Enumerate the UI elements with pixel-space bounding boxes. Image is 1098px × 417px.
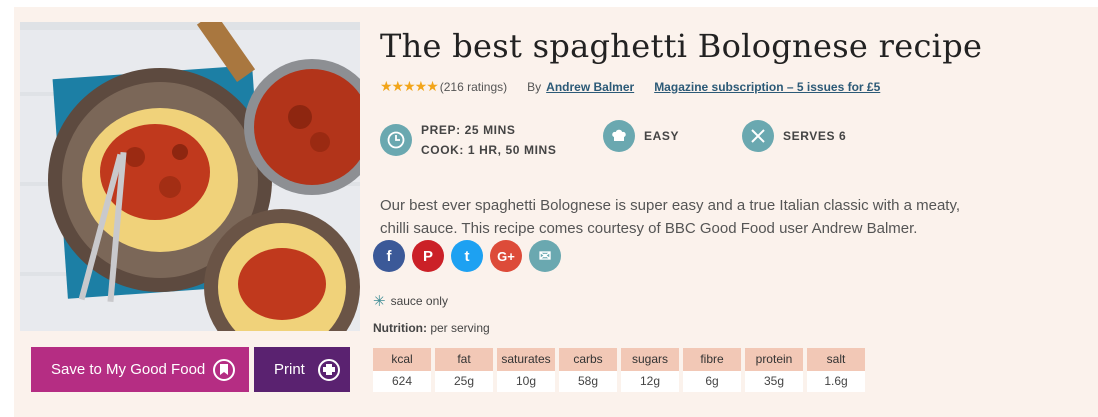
servings-label: SERVES 6 [783, 129, 847, 143]
recipe-meta: ★★★★★ (216 ratings) By Andrew Balmer Mag… [380, 78, 880, 95]
save-to-my-good-food-button[interactable]: Save to My Good Food [31, 347, 249, 392]
freezable-note: ✳ sauce only [373, 292, 448, 310]
recipe-photo [20, 22, 360, 331]
clock-icon [380, 124, 412, 156]
star-rating[interactable]: ★★★★★ [380, 78, 439, 95]
nutrition-item: protein 35g [745, 348, 803, 392]
nutrition-value: 58g [559, 371, 617, 392]
nutrition-name: saturates [497, 348, 555, 371]
nutrition-value: 12g [621, 371, 679, 392]
nutrition-value: 6g [683, 371, 741, 392]
facebook-share-icon[interactable]: f [373, 240, 405, 272]
nutrition-item: saturates 10g [497, 348, 555, 392]
cook-time: COOK: 1 HR, 50 MINS [421, 143, 557, 157]
nutrition-label: Nutrition: [373, 321, 427, 335]
nutrition-item: kcal 624 [373, 348, 431, 392]
nutrition-name: protein [745, 348, 803, 371]
pinterest-share-icon[interactable]: P [412, 240, 444, 272]
freezable-label: sauce only [390, 294, 448, 308]
nutrition-value: 10g [497, 371, 555, 392]
email-share-icon[interactable]: ✉ [529, 240, 561, 272]
nutrition-name: carbs [559, 348, 617, 371]
nutrition-value: 35g [745, 371, 803, 392]
social-share-bar: f P t G+ ✉ [373, 240, 568, 272]
nutrition-value: 624 [373, 371, 431, 392]
print-button[interactable]: Print [254, 347, 350, 392]
prep-cook-time: PREP: 25 MINS COOK: 1 HR, 50 MINS [380, 120, 556, 160]
nutrition-item: carbs 58g [559, 348, 617, 392]
prep-time: PREP: 25 MINS [421, 123, 516, 137]
nutrition-name: fat [435, 348, 493, 371]
nutrition-value: 25g [435, 371, 493, 392]
magazine-subscription-link[interactable]: Magazine subscription – 5 issues for £5 [654, 80, 880, 94]
servings: SERVES 6 [742, 120, 846, 152]
by-label: By [527, 79, 542, 94]
cutlery-icon [742, 120, 774, 152]
save-button-label: Save to My Good Food [51, 361, 206, 378]
ratings-count: (216 ratings) [439, 79, 508, 94]
difficulty-label: EASY [644, 129, 680, 143]
difficulty: EASY [603, 120, 679, 152]
author-link[interactable]: Andrew Balmer [546, 80, 634, 94]
nutrition-table: kcal 624 fat 25g saturates 10g carbs 58g… [373, 348, 869, 392]
twitter-share-icon[interactable]: t [451, 240, 483, 272]
chef-hat-icon [603, 120, 635, 152]
snowflake-icon: ✳ [373, 293, 386, 310]
nutrition-name: kcal [373, 348, 431, 371]
bookmark-icon [213, 358, 235, 381]
nutrition-heading: Nutrition: per serving [373, 321, 490, 335]
nutrition-item: fat 25g [435, 348, 493, 392]
nutrition-name: salt [807, 348, 865, 371]
nutrition-basis: per serving [430, 321, 490, 335]
nutrition-value: 1.6g [807, 371, 865, 392]
printer-icon [318, 358, 340, 381]
nutrition-item: sugars 12g [621, 348, 679, 392]
print-button-label: Print [274, 361, 305, 378]
nutrition-item: fibre 6g [683, 348, 741, 392]
nutrition-name: sugars [621, 348, 679, 371]
nutrition-name: fibre [683, 348, 741, 371]
nutrition-item: salt 1.6g [807, 348, 865, 392]
recipe-description: Our best ever spaghetti Bolognese is sup… [380, 197, 961, 237]
googleplus-share-icon[interactable]: G+ [490, 240, 522, 272]
recipe-title: The best spaghetti Bolognese recipe [380, 27, 983, 65]
